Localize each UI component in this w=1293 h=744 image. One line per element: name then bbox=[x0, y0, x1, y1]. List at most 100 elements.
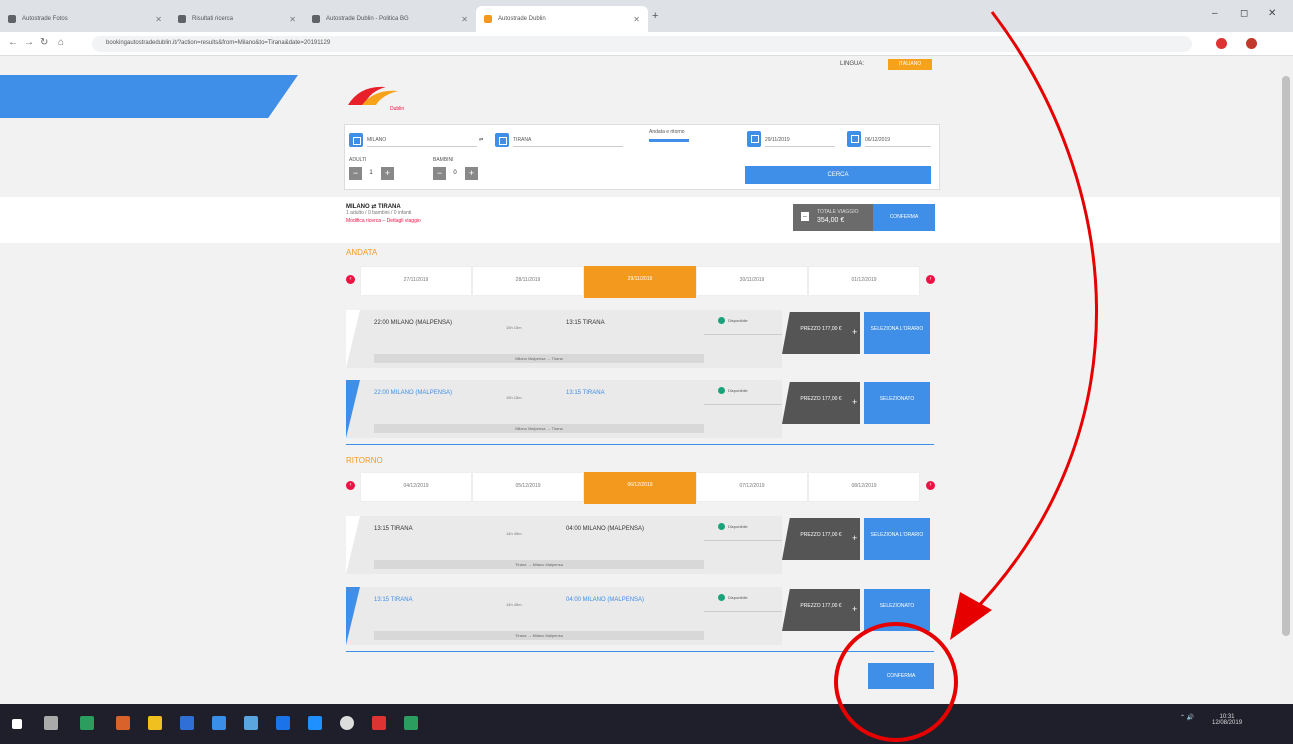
confirm-button-top[interactable]: CONFERMA bbox=[873, 204, 935, 231]
favicon-icon bbox=[312, 15, 320, 23]
trip-card: 13:15 TIRANA 14h 45m 04:00 MILANO (MALPE… bbox=[346, 587, 934, 645]
outbound-date-strip: ‹ 27/11/2019 28/11/2019 29/11/2019 30/11… bbox=[346, 266, 938, 298]
trip-type-toggle[interactable] bbox=[649, 139, 689, 142]
from-field[interactable]: MILANO bbox=[367, 133, 477, 147]
app-icon[interactable] bbox=[404, 716, 418, 730]
search-button[interactable]: CERCA bbox=[745, 166, 931, 184]
windows-taskbar: ⌃ 🔊 10:31 12/08/2019 bbox=[0, 704, 1293, 744]
adults-plus-button[interactable]: + bbox=[381, 167, 394, 180]
new-tab-button[interactable]: + bbox=[652, 10, 658, 22]
close-tab-icon[interactable]: ✕ bbox=[155, 15, 162, 24]
close-tab-icon[interactable]: ✕ bbox=[461, 15, 468, 24]
language-button[interactable]: ITALIANO bbox=[888, 59, 932, 70]
app-icon[interactable] bbox=[116, 716, 130, 730]
arrival-time: 04:00 MILANO (MALPENSA) bbox=[566, 597, 645, 603]
route-info: Tirana → Milano Malpensa bbox=[374, 631, 704, 640]
duration: 14h 45m bbox=[506, 531, 522, 536]
favicon-icon bbox=[178, 15, 186, 23]
trip-card: 13:15 TIRANA 14h 45m 04:00 MILANO (MALPE… bbox=[346, 516, 934, 574]
section-divider bbox=[346, 444, 934, 445]
plus-icon: + bbox=[852, 327, 858, 337]
adults-value: 1 bbox=[369, 170, 373, 176]
maximize-button[interactable]: ◻ bbox=[1240, 8, 1248, 19]
date-cell[interactable]: 28/11/2019 bbox=[472, 266, 584, 296]
select-trip-button[interactable]: SELEZIONATO bbox=[864, 382, 930, 424]
date-cell[interactable]: 01/12/2019 bbox=[808, 266, 920, 296]
children-minus-button[interactable]: − bbox=[433, 167, 446, 180]
price-button[interactable]: PREZZO 177,00 € bbox=[782, 312, 860, 354]
app-icon[interactable] bbox=[244, 716, 258, 730]
clock[interactable]: 10:31 12/08/2019 bbox=[1212, 714, 1242, 726]
app-icon[interactable] bbox=[212, 716, 226, 730]
close-tab-icon[interactable]: ✕ bbox=[633, 15, 640, 24]
date-cell[interactable]: 07/12/2019 bbox=[696, 472, 808, 502]
calendar-icon[interactable] bbox=[747, 131, 761, 147]
duration: 15h 15m bbox=[506, 325, 522, 330]
bus-icon bbox=[349, 133, 363, 147]
app-icon[interactable] bbox=[308, 716, 322, 730]
outbound-title: ANDATA bbox=[346, 248, 378, 257]
close-tab-icon[interactable]: ✕ bbox=[289, 15, 296, 24]
task-view-icon[interactable] bbox=[44, 716, 58, 730]
back-icon[interactable]: ← bbox=[8, 37, 18, 48]
modify-search-link[interactable]: Modifica ricerca – Dettagli viaggio bbox=[346, 218, 421, 224]
trip-card: 22:00 MILANO (MALPENSA) 15h 15m 13:15 TI… bbox=[346, 310, 934, 368]
route-info: Milano Malpensa → Tirana bbox=[374, 424, 704, 433]
select-trip-button[interactable]: SELEZIONA L'ORARIO bbox=[864, 518, 930, 560]
browser-tab[interactable]: Autostrade Fotos ✕ bbox=[0, 6, 170, 32]
date-cell[interactable]: 08/12/2019 bbox=[808, 472, 920, 502]
date-cell-selected[interactable]: 29/11/2019 bbox=[584, 266, 696, 298]
price-button[interactable]: PREZZO 177,00 € bbox=[782, 382, 860, 424]
swap-icon[interactable]: ⇄ bbox=[479, 137, 483, 143]
children-label: BAMBINI bbox=[433, 157, 454, 163]
price-button[interactable]: PREZZO 177,00 € bbox=[782, 589, 860, 631]
to-field[interactable]: TIRANA bbox=[513, 133, 623, 147]
reload-icon[interactable]: ↻ bbox=[40, 37, 48, 48]
total-box: – TOTALE VIAGGIO 354,00 € CONFERMA bbox=[793, 204, 935, 231]
page-content: Dublin LINGUA: ITALIANO MILANO ⇄ TIRANA … bbox=[0, 56, 1280, 704]
browser-tab-active[interactable]: Autostrade Dublin ✕ bbox=[476, 6, 648, 32]
windows-start-icon[interactable] bbox=[12, 719, 22, 729]
profile-avatar[interactable] bbox=[1246, 38, 1257, 49]
date-cell[interactable]: 05/12/2019 bbox=[472, 472, 584, 502]
date-cell[interactable]: 04/12/2019 bbox=[360, 472, 472, 502]
date-cell[interactable]: 30/11/2019 bbox=[696, 266, 808, 296]
select-trip-button[interactable]: SELEZIONATO bbox=[864, 589, 930, 631]
company-logo bbox=[348, 86, 398, 105]
minimize-button[interactable]: – bbox=[1212, 8, 1218, 19]
system-tray[interactable]: ⌃ 🔊 bbox=[1180, 714, 1194, 721]
confirm-button-bottom[interactable]: CONFERMA bbox=[868, 663, 934, 689]
date-cell[interactable]: 27/11/2019 bbox=[360, 266, 472, 296]
address-bar[interactable]: bookingautostradedublin.it/?action=resul… bbox=[92, 36, 1192, 52]
next-date-icon[interactable]: › bbox=[926, 275, 935, 284]
file-explorer-icon[interactable] bbox=[148, 716, 162, 730]
next-date-icon[interactable]: › bbox=[926, 481, 935, 490]
browser-tab[interactable]: Risultati ricerca ✕ bbox=[170, 6, 304, 32]
price-button[interactable]: PREZZO 177,00 € bbox=[782, 518, 860, 560]
return-date-field[interactable]: 06/12/2019 bbox=[865, 133, 931, 147]
availability-icon bbox=[718, 387, 725, 394]
calendar-icon[interactable] bbox=[847, 131, 861, 147]
app-icon[interactable] bbox=[372, 716, 386, 730]
extension-icon[interactable] bbox=[1216, 38, 1227, 49]
app-icon[interactable] bbox=[276, 716, 290, 730]
forward-icon[interactable]: → bbox=[24, 37, 34, 48]
scrollbar-thumb[interactable] bbox=[1282, 76, 1290, 636]
app-icon[interactable] bbox=[180, 716, 194, 730]
browser-tab[interactable]: Autostrade Dublin - Politica BG ✕ bbox=[304, 6, 476, 32]
date-cell-selected[interactable]: 06/12/2019 bbox=[584, 472, 696, 504]
prev-date-icon[interactable]: ‹ bbox=[346, 481, 355, 490]
close-window-button[interactable]: ✕ bbox=[1268, 8, 1276, 19]
home-icon[interactable]: ⌂ bbox=[58, 37, 64, 48]
chrome-icon[interactable] bbox=[340, 716, 354, 730]
prev-date-icon[interactable]: ‹ bbox=[346, 275, 355, 284]
collapse-button[interactable]: – bbox=[801, 212, 809, 221]
favicon-icon bbox=[8, 15, 16, 23]
select-trip-button[interactable]: SELEZIONA L'ORARIO bbox=[864, 312, 930, 354]
adults-minus-button[interactable]: − bbox=[349, 167, 362, 180]
children-value: 0 bbox=[453, 170, 457, 176]
departure-date-field[interactable]: 29/11/2019 bbox=[765, 133, 835, 147]
app-icon[interactable] bbox=[80, 716, 94, 730]
children-plus-button[interactable]: + bbox=[465, 167, 478, 180]
arrival-time: 13:15 TIRANA bbox=[566, 320, 605, 326]
